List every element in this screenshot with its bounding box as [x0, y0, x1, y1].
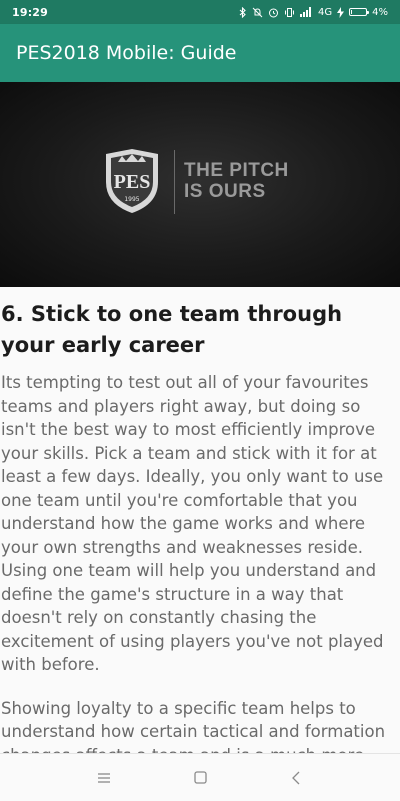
battery-level-fill [351, 10, 353, 14]
signal-icon [300, 7, 313, 17]
menu-button[interactable] [90, 764, 118, 792]
pes-shield-logo-icon: PES 1995 [106, 149, 158, 213]
status-bar: 19:29 4G 4% [0, 0, 400, 24]
menu-icon [98, 772, 110, 783]
status-time: 19:29 [12, 5, 49, 19]
tagline-line-2: IS OURS [184, 181, 266, 202]
home-icon [193, 771, 207, 784]
back-button[interactable] [282, 764, 310, 792]
charging-icon [337, 6, 345, 18]
app-bar: PES2018 Mobile: Guide [0, 24, 400, 82]
battery-percent: 4% [372, 6, 388, 18]
navigation-bar [0, 753, 400, 801]
hero-divider [174, 150, 175, 214]
hero-tagline: THE PITCH IS OURS [184, 160, 314, 202]
alarm-icon [268, 7, 279, 18]
article-heading: 6. Stick to one team through your early … [1, 302, 343, 357]
tagline-line-1: THE PITCH [184, 160, 289, 181]
article-paragraph: Its tempting to test out all of your fav… [1, 373, 384, 674]
app-title: PES2018 Mobile: Guide [16, 42, 237, 64]
vibrate-icon [284, 7, 295, 18]
home-button[interactable] [186, 764, 214, 792]
network-type: 4G [318, 6, 333, 18]
battery-icon [349, 8, 370, 16]
mute-icon [252, 7, 263, 18]
status-icons: 4G 4% [239, 6, 388, 18]
article-paragraph: Showing loyalty to a specific team helps… [1, 698, 386, 754]
hero-banner: PES 1995 THE PITCH IS OURS [0, 82, 400, 287]
back-icon [292, 771, 300, 784]
article-content[interactable]: 6. Stick to one team through your early … [0, 287, 400, 753]
logo-year: 1995 [124, 196, 139, 203]
bluetooth-icon [239, 6, 247, 18]
svg-text:PES: PES [114, 171, 151, 193]
